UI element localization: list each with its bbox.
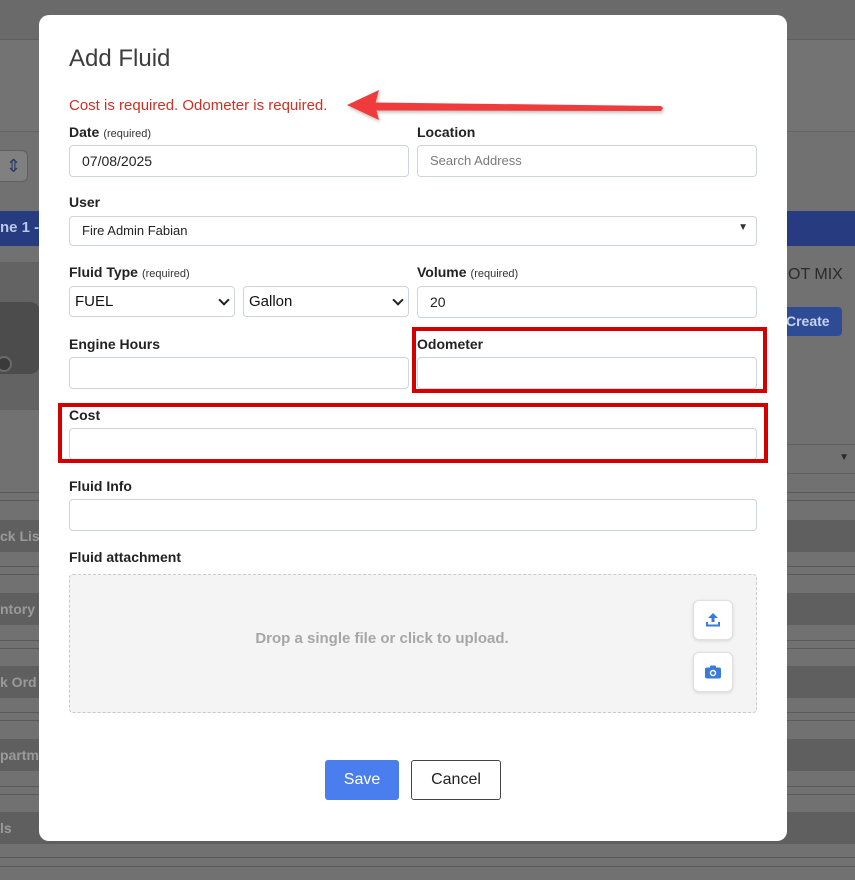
- fluid-unit-value: Gallon: [249, 293, 293, 310]
- file-dropzone[interactable]: Drop a single file or click to upload.: [69, 574, 757, 713]
- user-label: User: [69, 194, 101, 210]
- validation-error-message: Cost is required. Odometer is required.: [69, 97, 328, 114]
- fluid-attachment-label: Fluid attachment: [69, 549, 182, 565]
- fluid-info-input[interactable]: [69, 499, 757, 531]
- required-tag: (required): [103, 128, 152, 140]
- date-label: Date (required): [69, 124, 152, 140]
- fluid-type-value: FUEL: [75, 293, 114, 310]
- engine-hours-input[interactable]: [69, 357, 409, 389]
- chevron-down-icon: [218, 294, 230, 306]
- save-button[interactable]: Save: [325, 760, 399, 800]
- background-dropdown: ▼: [787, 444, 855, 474]
- fluid-info-label: Fluid Info: [69, 478, 132, 494]
- camera-button[interactable]: [693, 652, 733, 692]
- fluid-unit-select[interactable]: Gallon: [243, 286, 409, 317]
- volume-label: Volume (required): [417, 264, 519, 280]
- dropzone-hint: Drop a single file or click to upload.: [255, 630, 509, 647]
- location-search-input[interactable]: Search Address: [417, 145, 757, 177]
- volume-value: 20: [430, 294, 446, 310]
- background-otmix-label: OT MIX: [788, 266, 843, 283]
- location-label: Location: [417, 124, 476, 140]
- fluid-type-label: Fluid Type (required): [69, 264, 190, 280]
- user-value: Fire Admin Fabian: [82, 223, 188, 238]
- caret-down-icon: ▼: [839, 452, 849, 463]
- chevron-down-icon: [392, 294, 404, 306]
- modal-title: Add Fluid: [69, 45, 171, 72]
- background-band-label: ne 1 -: [0, 219, 40, 236]
- location-placeholder: Search Address: [430, 153, 522, 168]
- annotation-arrow-icon: [347, 90, 663, 120]
- add-fluid-modal: Add Fluid Cost is required. Odometer is …: [39, 15, 787, 841]
- filter-icon: ⇕: [0, 150, 28, 182]
- date-value: 07/08/2025: [82, 153, 153, 169]
- fluid-type-select[interactable]: FUEL: [69, 286, 235, 317]
- upload-button[interactable]: [693, 600, 733, 640]
- volume-input[interactable]: 20: [417, 286, 757, 318]
- background-divider: [0, 866, 855, 867]
- cost-highlight-box: [58, 403, 768, 463]
- caret-down-icon: ▼: [738, 222, 748, 233]
- engine-hours-label: Engine Hours: [69, 336, 161, 352]
- upload-icon: [706, 613, 720, 627]
- date-input[interactable]: 07/08/2025: [69, 145, 409, 177]
- cancel-button[interactable]: Cancel: [411, 760, 501, 800]
- required-tag: (required): [470, 268, 519, 280]
- camera-icon: [705, 665, 721, 679]
- odometer-highlight-box: [412, 327, 767, 393]
- required-tag: (required): [141, 268, 190, 280]
- background-divider: [0, 857, 855, 858]
- user-select[interactable]: Fire Admin Fabian ▼: [69, 216, 757, 246]
